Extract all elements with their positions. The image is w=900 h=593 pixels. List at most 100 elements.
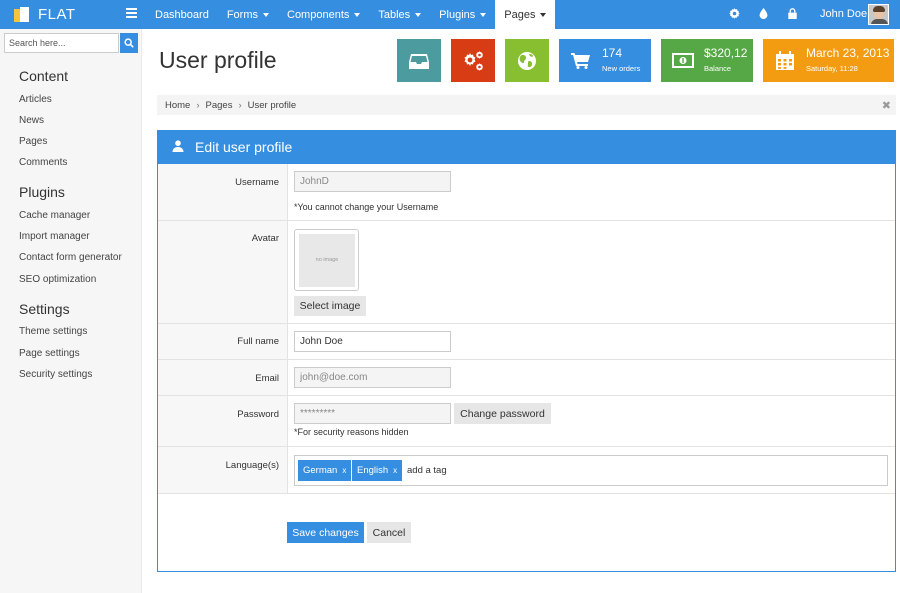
sidebar-heading-plugins[interactable]: Plugins — [19, 184, 65, 200]
fullname-field[interactable] — [294, 331, 451, 352]
tile-orders[interactable]: 174 New orders — [559, 39, 651, 82]
sidebar-item-cache-manager[interactable]: Cache manager — [19, 210, 90, 221]
nav-pages[interactable]: Pages — [495, 0, 556, 29]
close-icon[interactable]: ✖ — [882, 99, 891, 112]
breadcrumb-current: User profile — [247, 99, 297, 111]
inbox-icon — [397, 39, 441, 82]
sidebar-item-articles[interactable]: Articles — [19, 94, 52, 105]
add-tag-input[interactable]: add a tag — [407, 465, 447, 476]
breadcrumb-home[interactable]: Home — [165, 100, 190, 111]
breadcrumb-separator-icon: › — [196, 99, 200, 111]
row-username: Username *You cannot change your Usernam… — [158, 164, 895, 221]
sidebar-item-theme-settings[interactable]: Theme settings — [19, 326, 87, 337]
tags-input[interactable]: German x English x add a tag — [294, 455, 888, 486]
avatar[interactable] — [868, 4, 889, 25]
cancel-button[interactable]: Cancel — [367, 522, 411, 543]
caret-down-icon — [354, 12, 361, 17]
tile-settings[interactable] — [451, 39, 495, 82]
caret-down-icon — [263, 12, 269, 17]
money-icon — [661, 39, 705, 82]
search-input[interactable] — [4, 33, 119, 53]
remove-tag-icon[interactable]: x — [393, 466, 397, 475]
sidebar-search — [4, 33, 138, 53]
edit-profile-panel: Edit user profile Username *You cannot c… — [157, 130, 896, 572]
top-navbar: FLAT Dashboard Forms Components Tables P… — [0, 0, 900, 29]
search-button[interactable] — [120, 33, 138, 53]
top-icons — [720, 0, 807, 29]
sidebar-item-page-settings[interactable]: Page settings — [19, 348, 80, 359]
save-changes-button[interactable]: Save changes — [287, 522, 364, 543]
nav-tables[interactable]: Tables — [369, 0, 430, 29]
sidebar-item-comments[interactable]: Comments — [19, 157, 67, 168]
lock-icon[interactable] — [778, 7, 807, 22]
brand-name: FLAT — [38, 6, 76, 23]
breadcrumb-pages[interactable]: Pages — [206, 100, 233, 111]
caret-down-icon — [415, 12, 422, 17]
cart-icon — [559, 39, 603, 82]
nav-components[interactable]: Components — [278, 0, 369, 29]
sidebar-heading-content[interactable]: Content — [19, 68, 68, 84]
cogs-icon — [451, 39, 495, 82]
email-field[interactable] — [294, 367, 451, 388]
email-label: Email — [255, 373, 279, 384]
row-fullname: Full name — [158, 324, 895, 360]
row-email: Email — [158, 360, 895, 396]
user-name[interactable]: John Doe — [820, 8, 867, 20]
brand[interactable]: FLAT — [0, 0, 142, 29]
username-label: Username — [235, 177, 279, 188]
row-languages: Language(s) German x English x add a tag — [158, 447, 895, 494]
avatar-preview: no image — [294, 229, 359, 291]
globe-icon — [505, 39, 549, 82]
date-time-label: Saturday, 11:28 — [806, 64, 858, 73]
balance-value: $320,12 — [704, 46, 748, 60]
tag-english: English x — [352, 460, 403, 481]
tag-german: German x — [298, 460, 352, 481]
tile-inbox[interactable] — [397, 39, 441, 82]
select-image-button[interactable]: Select image — [294, 296, 366, 316]
sidebar-item-seo-optimization[interactable]: SEO optimization — [19, 274, 96, 285]
sidebar-item-import-manager[interactable]: Import manager — [19, 231, 90, 242]
caret-down-icon — [540, 12, 547, 17]
username-hint: *You cannot change your Username — [294, 202, 439, 212]
gear-icon[interactable] — [720, 7, 749, 22]
password-field[interactable] — [294, 403, 451, 424]
menu-toggle-icon[interactable] — [126, 8, 137, 19]
panel-header: Edit user profile — [158, 131, 895, 164]
sidebar-item-pages[interactable]: Pages — [19, 136, 47, 147]
password-hint: *For security reasons hidden — [294, 427, 409, 437]
tile-date[interactable]: March 23, 2013 Saturday, 11:28 — [763, 39, 894, 82]
nav-plugins[interactable]: Plugins — [430, 0, 495, 29]
orders-count: 174 — [602, 46, 623, 60]
avatar-placeholder: no image — [299, 234, 355, 287]
remove-tag-icon[interactable]: x — [342, 466, 346, 475]
sidebar-heading-settings[interactable]: Settings — [19, 301, 70, 317]
tile-globe[interactable] — [505, 39, 549, 82]
sidebar-item-news[interactable]: News — [19, 115, 44, 126]
orders-label: New orders — [602, 64, 641, 73]
username-field — [294, 171, 451, 192]
row-password: Password Change password *For security r… — [158, 396, 895, 447]
languages-label: Language(s) — [225, 460, 279, 471]
user-icon — [172, 140, 184, 152]
tile-balance[interactable]: $320,12 Balance — [661, 39, 753, 82]
sidebar: Content Articles News Pages Comments Plu… — [0, 29, 142, 593]
password-label: Password — [237, 409, 279, 420]
drop-icon[interactable] — [749, 7, 778, 22]
sidebar-item-contact-form-generator[interactable]: Contact form generator — [19, 252, 122, 263]
calendar-icon — [763, 39, 807, 82]
balance-label: Balance — [704, 64, 732, 73]
page-title: User profile — [159, 47, 277, 73]
date-value: March 23, 2013 — [806, 46, 890, 60]
nav-dashboard[interactable]: Dashboard — [146, 0, 218, 29]
flat-logo-icon — [14, 7, 30, 22]
row-avatar: Avatar no image Select image — [158, 221, 895, 324]
caret-down-icon — [480, 12, 487, 17]
sidebar-item-security-settings[interactable]: Security settings — [19, 369, 92, 380]
change-password-button[interactable]: Change password — [454, 403, 551, 424]
main-nav: Dashboard Forms Components Tables Plugin… — [146, 0, 556, 29]
nav-forms[interactable]: Forms — [218, 0, 278, 29]
search-icon — [124, 38, 134, 48]
avatar-label: Avatar — [251, 233, 279, 244]
breadcrumb: Home › Pages › User profile ✖ — [157, 95, 896, 115]
fullname-label: Full name — [237, 336, 279, 347]
